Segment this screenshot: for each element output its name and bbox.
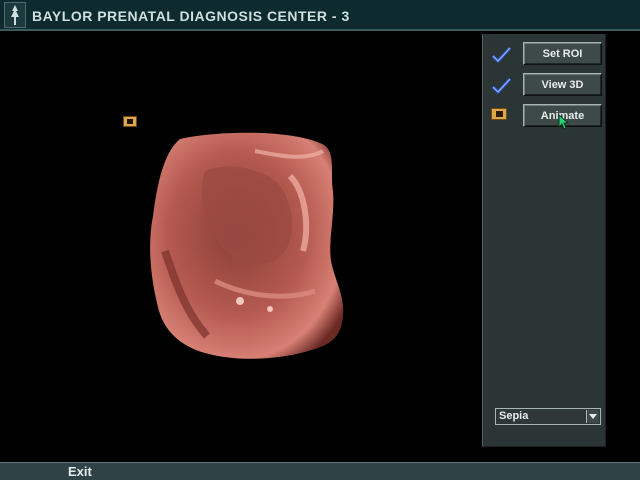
chevron-down-icon[interactable] — [586, 410, 599, 423]
title-bar: BAYLOR PRENATAL DIAGNOSIS CENTER - 3 — [0, 0, 640, 31]
checkmark-icon — [491, 46, 512, 64]
mouse-pointer-icon — [558, 114, 570, 130]
window-title: BAYLOR PRENATAL DIAGNOSIS CENTER - 3 — [32, 8, 350, 24]
exit-button[interactable]: Exit — [68, 464, 92, 479]
checkmark-icon — [491, 77, 512, 95]
app-logo-icon[interactable] — [4, 2, 26, 28]
view-3d-button[interactable]: View 3D — [523, 73, 602, 96]
control-panel: Set ROI View 3D Animate Sepia — [482, 34, 606, 447]
ultrasound-viewport[interactable] — [0, 31, 482, 462]
roi-marker-icon[interactable] — [123, 116, 137, 127]
bottom-bar: Exit — [0, 462, 640, 480]
palette-select[interactable]: Sepia — [495, 408, 601, 425]
fetal-3d-render — [150, 132, 344, 359]
set-roi-button[interactable]: Set ROI — [523, 42, 602, 65]
panel-row-animate: Animate — [483, 104, 607, 130]
animate-icon — [491, 108, 507, 120]
panel-row-set-roi: Set ROI — [483, 42, 607, 68]
palette-select-value: Sepia — [499, 410, 529, 422]
panel-row-view-3d: View 3D — [483, 73, 607, 99]
